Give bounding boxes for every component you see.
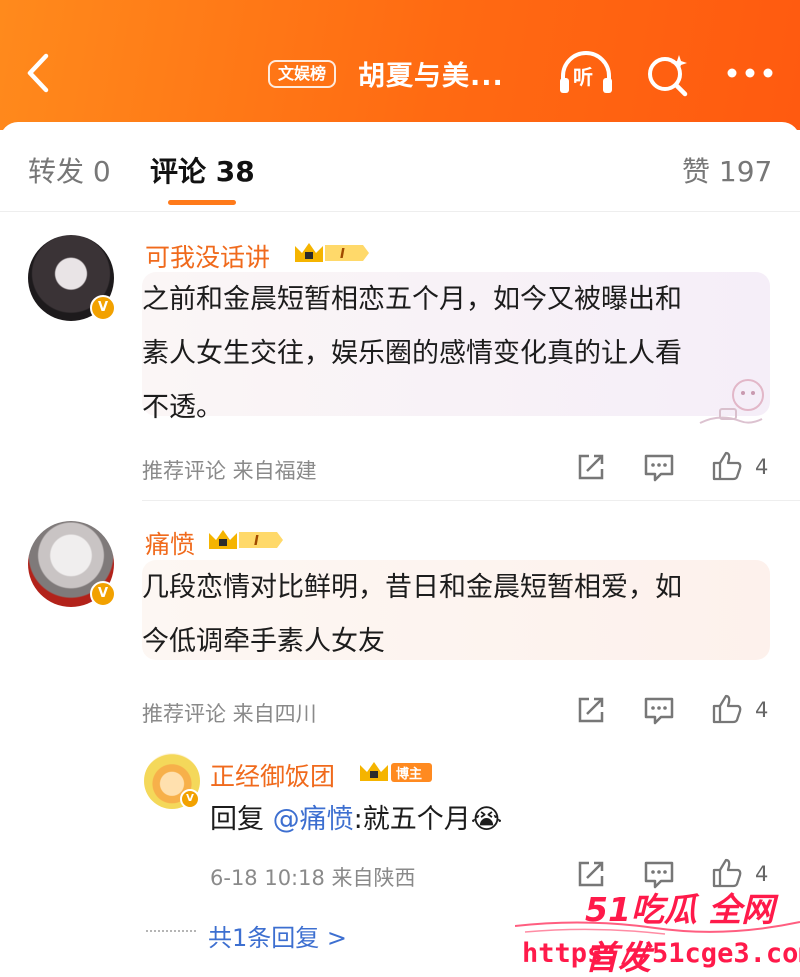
avatar[interactable]: V xyxy=(144,753,200,809)
tab-comments[interactable]: 评论 38 xyxy=(150,150,255,190)
comment-line: 不透。 xyxy=(142,392,223,423)
comment-line: 几段恋情对比鲜明，昔日和金晨短暂相爱，如 xyxy=(142,572,682,603)
tab-likes[interactable]: 赞 197 xyxy=(682,150,772,190)
comment-sheet: 转发 0 评论 38 赞 197 xyxy=(0,122,800,977)
thread-connector xyxy=(146,930,196,932)
level-badge-text: I xyxy=(340,247,345,262)
comment-line: 素人女生交往，娱乐圈的感情变化真的让人看 xyxy=(142,338,682,369)
verified-badge-icon: V xyxy=(90,295,116,321)
vip-crown-icon: I xyxy=(209,530,283,549)
comment-username[interactable]: 痛愤 xyxy=(145,525,195,561)
like-count: 4 xyxy=(755,698,769,722)
like-count: 4 xyxy=(755,455,769,479)
watermark-url: https://51cge3.com xyxy=(522,938,800,969)
more-icon[interactable] xyxy=(726,63,774,83)
comment-meta: 推荐评论 来自福建 xyxy=(142,459,317,483)
comment-icon[interactable] xyxy=(643,451,675,483)
comment-text: 之前和金晨短暂相恋五个月，如今又被曝出和 素人女生交往，娱乐圈的感情变化真的让人… xyxy=(142,273,682,435)
hot-list-tag[interactable]: 文娱榜 xyxy=(268,60,337,88)
listen-label: 听 xyxy=(573,65,593,89)
share-icon[interactable] xyxy=(575,451,607,483)
tab-repost[interactable]: 转发 0 xyxy=(28,150,111,190)
sticker-decoration xyxy=(699,379,764,424)
comment-text: 几段恋情对比鲜明，昔日和金晨短暂相爱，如 今低调牵手素人女友 xyxy=(142,561,682,669)
top-bar: 文娱榜 胡夏与美... 听 xyxy=(0,0,800,130)
active-tab-indicator xyxy=(168,200,236,205)
reply-username[interactable]: 正经御饭团 xyxy=(210,757,335,793)
reply-body: :就五个月😭 xyxy=(353,804,503,835)
avatar[interactable]: V xyxy=(28,235,116,321)
level-badge-text: I xyxy=(254,534,259,549)
verified-badge-icon: V xyxy=(180,789,200,809)
comment-divider xyxy=(142,500,800,501)
blogger-badge: 博主 xyxy=(360,762,432,782)
search-sparkle-icon[interactable] xyxy=(645,52,691,98)
comment-line: 今低调牵手素人女友 xyxy=(142,626,385,657)
share-icon[interactable] xyxy=(575,694,607,726)
reply-prefix: 回复 xyxy=(210,804,273,835)
like-icon[interactable] xyxy=(711,693,743,725)
comment-meta: 推荐评论 来自四川 xyxy=(142,702,317,726)
view-replies-link[interactable]: 共1条回复 > xyxy=(208,918,347,953)
mention-link[interactable]: @痛愤 xyxy=(273,804,354,835)
reply-text: 回复 @痛愤:就五个月😭 xyxy=(210,793,502,847)
like-icon[interactable] xyxy=(711,450,743,482)
comment-icon[interactable] xyxy=(643,694,675,726)
comment-line: 之前和金晨短暂相恋五个月，如今又被曝出和 xyxy=(142,284,682,315)
tab-bar: 转发 0 评论 38 赞 197 xyxy=(0,122,800,212)
vip-crown-icon: I xyxy=(295,243,369,262)
blogger-badge-text: 博主 xyxy=(396,766,422,782)
avatar[interactable]: V xyxy=(28,521,116,607)
page-title: 胡夏与美... xyxy=(358,61,504,92)
reply-meta: 6-18 10:18 来自陕西 xyxy=(210,866,416,890)
verified-badge-icon: V xyxy=(90,581,116,607)
back-arrow-icon[interactable] xyxy=(20,50,60,96)
comment-username[interactable]: 可我没话讲 xyxy=(145,238,270,274)
